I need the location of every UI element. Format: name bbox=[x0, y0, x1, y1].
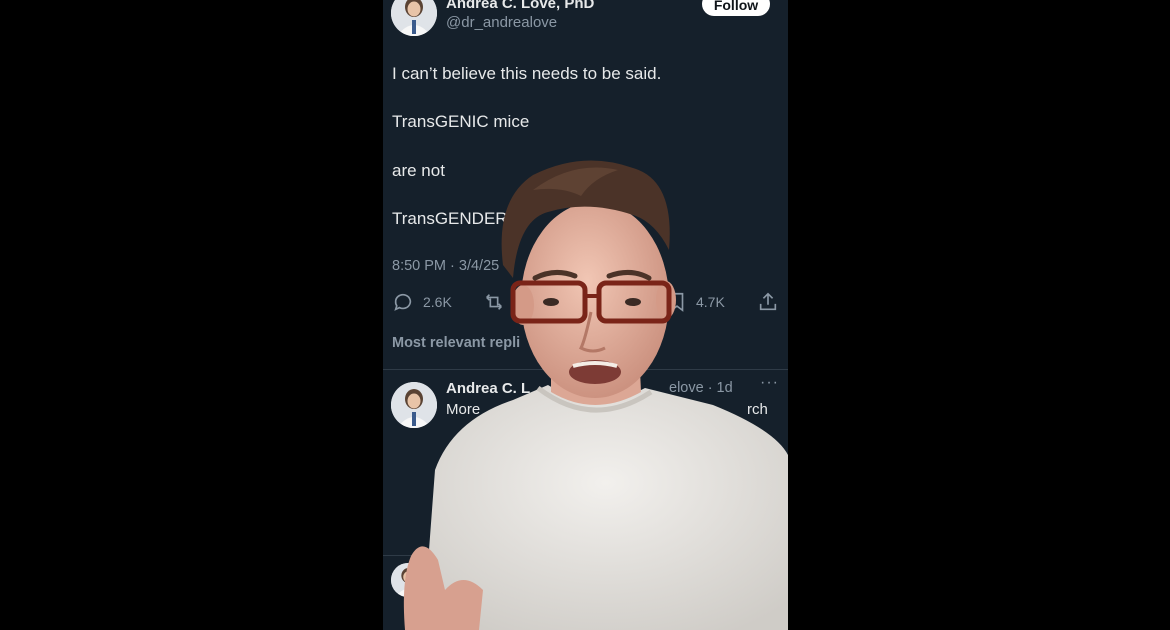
video-frame: Andrea C. Love, PhD @dr_andrealove Follo… bbox=[0, 0, 1170, 630]
presenter-overlay bbox=[403, 160, 788, 630]
tweet-screen: Andrea C. Love, PhD @dr_andrealove Follo… bbox=[383, 0, 788, 630]
